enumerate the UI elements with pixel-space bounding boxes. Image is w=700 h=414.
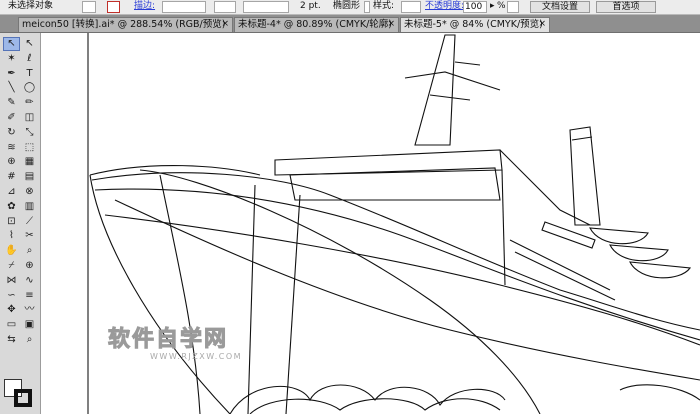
knife-tool[interactable]: ⌿ [3,259,20,273]
stroke-color-swatch[interactable] [107,1,120,13]
hull-diagonal [139,169,541,414]
mast [414,34,456,146]
hull-deck-line [91,172,700,331]
preferences-button[interactable]: 首选项 [596,1,656,13]
brush-dropdown-arrow[interactable] [364,1,370,13]
selection-tool[interactable]: ↖ [3,37,20,51]
tab-label: meicon50 [转换].ai* @ 288.54% (RGB/预览) [22,19,226,30]
stroke-weight-field[interactable] [162,1,206,13]
close-icon[interactable]: × [221,18,229,31]
funnel-band [571,136,593,141]
bow-vertical-line-2 [285,194,301,414]
opacity-dropdown-arrow[interactable]: ▸ [490,0,495,12]
stroke-weight-value: 2 pt. [300,1,321,11]
zoom-tool-2[interactable]: ⌕ [21,333,38,347]
close-icon[interactable]: × [387,18,395,31]
bow-curve-1 [159,174,201,414]
wave-line-2 [249,398,501,414]
tools-panel: ↖ ↖ ✶ ℓ ✒ T ╲ ◯ ✎ ✏ ✐ ◫ ↻ ⤡ ≋ ⬚ ⊕ ▦ # ▤ ⊿ ⊗ ✿ ▥ ⊡ ⟋ ⌇ ✂ ✋ ⌕ ⌿ ⊕ ⋈ ∿ ∽ ≡ ✥ 〰 ▭ ▣… [0,33,41,414]
close-icon[interactable]: × [538,18,546,31]
control-bar: 未选择对象 描边: 2 pt. 椭圆形 样式: 不透明度: 100 ▸ % 文档… [0,0,700,15]
tab-label: 未标题-4* @ 80.89% (CMYK/轮廓) [238,19,392,30]
bow-vertical-line [247,184,256,414]
perspective-grid-tool[interactable]: ▦ [21,155,38,169]
brush-definition-dropdown[interactable] [243,1,289,13]
reshape-tool[interactable]: ∿ [21,274,38,288]
fill-color-swatch[interactable] [82,1,96,13]
crosshair-tool[interactable]: ⊕ [21,259,38,273]
superstructure-slope [499,149,591,226]
eraser-tool[interactable]: ◫ [21,111,38,125]
warp-tool[interactable]: ≋ [3,141,20,155]
watermark-title: 软件自学网 [108,326,228,352]
hull-rail-line [104,214,700,346]
variable-width-dropdown[interactable] [214,1,236,13]
funnel [569,126,601,226]
magic-wand-tool[interactable]: ✶ [3,52,20,66]
graphic-style-dropdown[interactable] [401,1,421,13]
free-transform-tool[interactable]: ⬚ [21,141,38,155]
blend-tool[interactable]: ⊗ [21,185,38,199]
hull-bow-line [89,174,231,414]
percent-symbol: % [497,1,506,11]
mesh-tool[interactable]: # [3,170,20,184]
column-graph-tool[interactable]: ▥ [21,200,38,214]
tab-untitled-4[interactable]: 未标题-4* @ 80.89% (CMYK/轮廓) × [234,17,399,32]
wave-line-3 [619,384,700,401]
artboard-canvas[interactable]: 软件自学网 WWW.RJZXW.COM [41,33,700,414]
zoom-tool[interactable]: ⌕ [21,244,38,258]
shape-builder-tool[interactable]: ⊕ [3,155,20,169]
selection-status: 未选择对象 [8,1,54,11]
opacity-extra-dropdown[interactable] [507,1,519,13]
opacity-label[interactable]: 不透明度: [425,0,464,12]
stroke-swatch[interactable] [14,389,32,407]
mirror-tool[interactable]: ⋈ [3,274,20,288]
opacity-field[interactable]: 100 [463,1,487,13]
stroke-label[interactable]: 描边: [134,0,155,12]
scale-tool[interactable]: ⤡ [21,126,38,140]
hull-upper-curve [89,165,261,176]
slice-tool[interactable]: ⟋ [21,215,38,229]
line-tool[interactable]: ╲ [3,81,20,95]
style-label: 样式: [373,1,395,11]
list-tool[interactable]: ≡ [21,289,38,303]
eyedropper-tool[interactable]: ⊿ [3,185,20,199]
ellipse-tool[interactable]: ◯ [21,81,38,95]
pencil-tool[interactable]: ✏ [21,96,38,110]
window-strip [541,221,596,249]
curvature-tool[interactable]: ∽ [3,289,20,303]
symbol-sprayer-tool[interactable]: ✿ [3,200,20,214]
document-tabs: meicon50 [转换].ai* @ 288.54% (RGB/预览) × 未… [0,15,700,33]
document-setup-button[interactable]: 文档设置 [530,1,590,13]
pen-tool[interactable]: ✒ [3,67,20,81]
hand-tool[interactable]: ✋ [3,244,20,258]
artboard-tool[interactable]: ⊡ [3,215,20,229]
brush-name: 椭圆形 [333,1,361,11]
tab-label: 未标题-5* @ 84% (CMYK/预览) [404,19,543,30]
puppet-warp-tool[interactable]: ✥ [3,303,20,317]
direct-selection-tool[interactable]: ↖ [21,37,38,51]
mast-yard-2 [429,94,471,101]
tab-untitled-5[interactable]: 未标题-5* @ 84% (CMYK/预览) × [400,17,550,32]
lifeboat-1 [589,227,649,245]
gradient-tool[interactable]: ▤ [21,170,38,184]
mast-yard-3 [454,61,481,66]
ship-drawing: 软件自学网 WWW.RJZXW.COM [87,33,700,414]
draw-inside-tool[interactable]: ▣ [21,318,38,332]
lasso-tool[interactable]: ℓ [21,52,38,66]
rotate-tool[interactable]: ↻ [3,126,20,140]
screen-mode-tool[interactable]: ▭ [3,318,20,332]
tab-meicon50[interactable]: meicon50 [转换].ai* @ 288.54% (RGB/预览) × [18,17,233,32]
lifeboat-2 [609,244,669,262]
paintbrush-tool[interactable]: ✎ [3,96,20,110]
fill-swap-tool[interactable]: ⇆ [3,333,20,347]
width-tool[interactable]: ⌇ [3,229,20,243]
hull-lower-deck-line [94,188,700,341]
blob-brush-tool[interactable]: ✐ [3,111,20,125]
lifeboat-3 [629,261,692,279]
type-tool[interactable]: T [21,67,38,81]
smooth-tool[interactable]: 〰 [21,303,38,317]
watermark-url: WWW.RJZXW.COM [150,352,242,361]
scissors-tool[interactable]: ✂ [21,229,38,243]
